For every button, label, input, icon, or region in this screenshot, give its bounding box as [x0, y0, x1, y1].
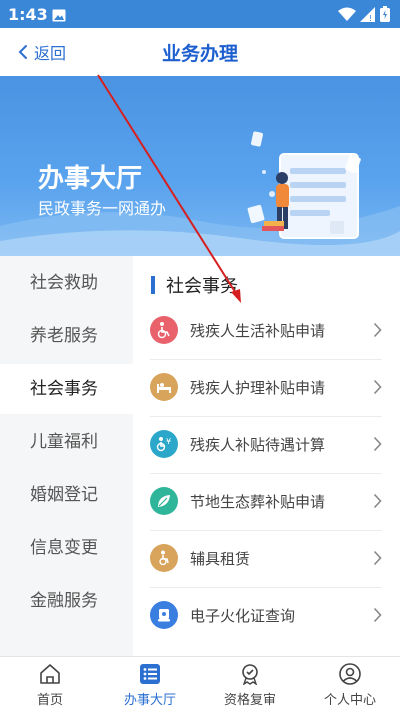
wheelchair-icon [150, 316, 178, 344]
tab-label: 首页 [36, 693, 63, 708]
sidebar-item-social-affairs[interactable]: 社会事务 [0, 364, 133, 414]
hall-banner: 办事大厅 民政事务一网通办 [0, 76, 400, 256]
service-label: 残疾人补贴待遇计算 [190, 436, 326, 454]
chevron-left-icon [18, 45, 27, 59]
tab-personal-center[interactable]: 个人中心 [300, 657, 400, 711]
service-item-disability-subsidy-calculation[interactable]: ¥ 残疾人补贴待遇计算 [133, 417, 400, 474]
back-button[interactable]: 返回 [18, 40, 66, 64]
service-item-assistive-device-rental[interactable]: 辅具租赁 [133, 531, 400, 588]
signal-icon: ! [360, 6, 376, 26]
back-label: 返回 [34, 44, 67, 63]
tab-qualification-review[interactable]: 资格复审 [200, 657, 300, 711]
user-icon [339, 663, 361, 685]
image-notification-icon [52, 7, 66, 26]
leaf-icon [150, 487, 178, 515]
banner-subtitle: 民政事务一网通办 [38, 199, 167, 218]
care-bed-icon [150, 373, 178, 401]
home-icon [40, 664, 60, 684]
sidebar-item-child-welfare[interactable]: 儿童福利 [0, 417, 133, 467]
service-label: 节地生态葬补贴申请 [190, 493, 326, 511]
app-header: 返回 业务办理 [0, 28, 400, 76]
service-list-panel: 社会事务 残疾人生活补贴申请 残疾人护理补贴申请 ¥ 残疾人补贴待遇计算 节地生… [133, 256, 400, 656]
service-label: 电子火化证查询 [190, 607, 296, 625]
sidebar-item-info-change[interactable]: 信息变更 [0, 523, 133, 573]
sidebar-item-financial-services[interactable]: 金融服务 [0, 576, 133, 626]
service-label: 残疾人生活补贴申请 [190, 322, 326, 340]
chevron-right-icon [373, 607, 382, 623]
sidebar-item-elderly-care[interactable]: 养老服务 [0, 311, 133, 361]
tab-label: 办事大厅 [123, 693, 176, 708]
sidebar-item-social-assistance[interactable]: 社会救助 [0, 258, 133, 308]
service-item-disability-care-subsidy[interactable]: 残疾人护理补贴申请 [133, 360, 400, 417]
svg-text:!: ! [369, 14, 372, 22]
wifi-icon [338, 7, 356, 26]
status-bar: 1:43 ! [0, 0, 400, 28]
certificate-icon [150, 601, 178, 629]
chevron-right-icon [373, 322, 382, 338]
section-header: 社会事务 [151, 272, 238, 298]
list-icon [140, 664, 160, 684]
section-title: 社会事务 [166, 276, 238, 297]
service-item-disability-living-subsidy[interactable]: 残疾人生活补贴申请 [133, 303, 400, 360]
calculator-icon: ¥ [150, 430, 178, 458]
bottom-nav: 首页 办事大厅 资格复审 个人中心 [0, 656, 400, 711]
assistive-device-icon [150, 544, 178, 572]
svg-text:¥: ¥ [166, 437, 171, 446]
tab-service-hall[interactable]: 办事大厅 [100, 657, 200, 711]
status-time: 1:43 [8, 5, 48, 24]
sidebar-item-marriage-registration[interactable]: 婚姻登记 [0, 470, 133, 520]
chevron-right-icon [373, 436, 382, 452]
service-label: 残疾人护理补贴申请 [190, 379, 326, 397]
tab-label: 个人中心 [323, 693, 376, 708]
chevron-right-icon [373, 493, 382, 509]
chevron-right-icon [373, 379, 382, 395]
chevron-right-icon [373, 550, 382, 566]
category-sidebar: 社会救助 养老服务 社会事务 儿童福利 婚姻登记 信息变更 金融服务 [0, 256, 133, 656]
service-label: 辅具租赁 [190, 550, 251, 568]
service-item-eco-burial-subsidy[interactable]: 节地生态葬补贴申请 [133, 474, 400, 531]
service-item-cremation-certificate-query[interactable]: 电子火化证查询 [133, 588, 400, 645]
banner-title: 办事大厅 [38, 164, 143, 194]
section-accent-bar [151, 276, 155, 294]
battery-icon [380, 6, 390, 26]
badge-icon [242, 664, 258, 685]
tab-label: 资格复审 [223, 693, 276, 708]
tab-home[interactable]: 首页 [0, 657, 100, 711]
